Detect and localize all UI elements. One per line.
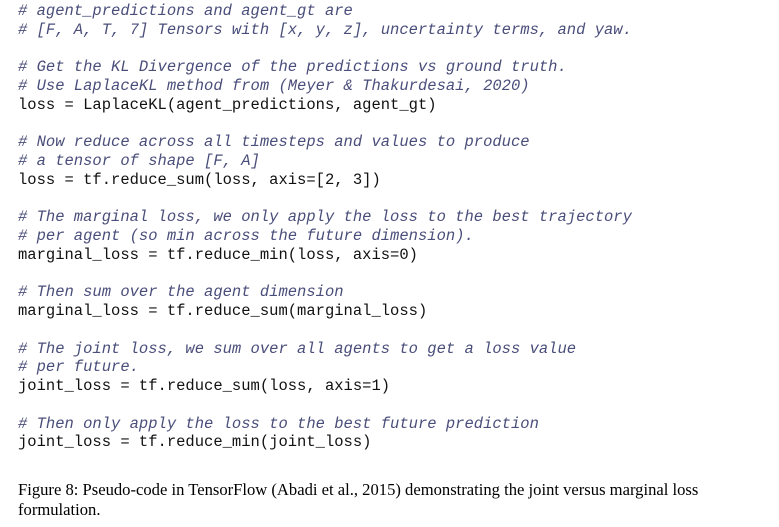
code-comment-line: # per agent (so min across the future di… [18,227,474,245]
figure-caption: Figure 8: Pseudo-code in TensorFlow (Aba… [18,480,699,519]
code-comment-line: # Then sum over the agent dimension [18,283,344,302]
code-statement-line: joint_loss = tf.reduce_sum(loss, axis=1) [18,377,391,395]
code-comment-line: # [F, A, T, 7] Tensors with [x, y, z], u… [18,20,632,39]
code-statement-line: marginal_loss = tf.reduce_sum(marginal_l… [18,302,428,320]
code-comment-line: # The marginal loss, we only apply the l… [18,208,632,227]
code-comment-line: # a tensor of shape [F, A] [18,152,260,170]
code-listing: # agent_predictions and agent_gt are # [F… [18,2,773,452]
code-comment-line: # Use LaplaceKL method from (Meyer & Tha… [18,77,530,95]
code-statement-line: joint_loss = tf.reduce_min(joint_loss) [18,433,372,452]
code-comment-line: # Get the KL Divergence of the predictio… [18,58,567,77]
code-comment-line: # per future. [18,358,139,377]
code-statement-line: loss = LaplaceKL(agent_predictions, agen… [18,95,437,114]
code-statement-line: loss = tf.reduce_sum(loss, axis=[2, 3]) [18,170,381,189]
code-comment-line: # Then only apply the loss to the best f… [18,414,539,433]
code-statement-line: marginal_loss = tf.reduce_min(loss, axis… [18,245,418,264]
code-comment-line: # agent_predictions and agent_gt are [18,2,353,20]
code-comment-line: # The joint loss, we sum over all agents… [18,339,577,358]
code-comment-line: # Now reduce across all timesteps and va… [18,133,530,152]
